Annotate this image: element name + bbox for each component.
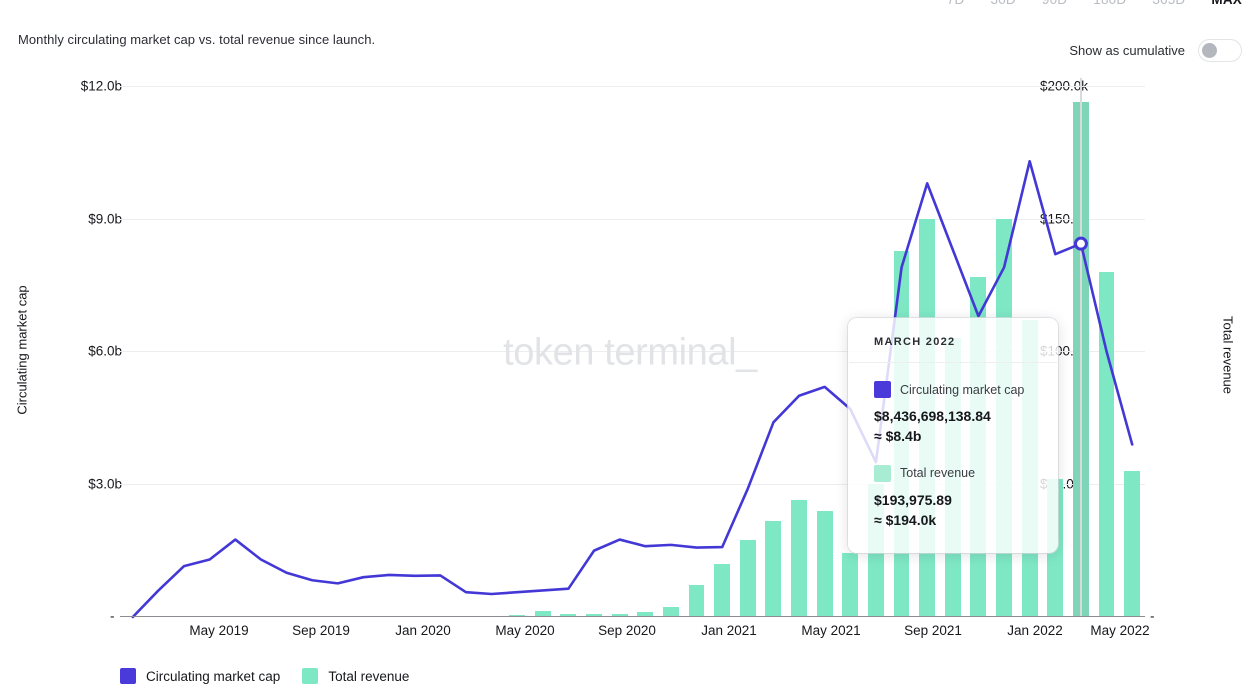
legend-item-market-cap[interactable]: Circulating market cap <box>120 668 280 684</box>
range-button-180d[interactable]: 180D <box>1093 0 1126 7</box>
hover-tooltip: MARCH 2022 Circulating market cap $8,436… <box>848 318 1058 553</box>
x-tick-may-2022: May 2022 <box>1090 623 1150 638</box>
y-axis-right-title: Total revenue <box>1220 315 1236 395</box>
legend-label-market-cap: Circulating market cap <box>146 668 281 684</box>
x-tick-may-2021: May 2021 <box>801 623 861 638</box>
chart-subtitle: Monthly circulating market cap vs. total… <box>18 32 376 47</box>
tooltip-label-market-cap: Circulating market cap <box>900 382 1025 397</box>
legend-item-total-revenue[interactable]: Total revenue <box>302 668 409 684</box>
time-range-selector[interactable]: 7D 30D 90D 180D 365D MAX <box>947 0 1242 7</box>
y-axis-left-title: Circulating market cap <box>14 285 30 415</box>
legend-swatch-total-revenue <box>302 668 319 684</box>
x-tick-may-2019: May 2019 <box>189 623 249 638</box>
y-tick-left-3b: $3.0b <box>88 476 122 492</box>
y-tick-left-12b: $12.0b <box>80 78 122 94</box>
cumulative-toggle-group[interactable]: Show as cumulative <box>1069 39 1242 62</box>
range-button-365d[interactable]: 365D <box>1152 0 1185 7</box>
x-axis-line <box>120 615 1145 617</box>
tooltip-entry-total-revenue: Total revenue $193,975.89 ≈ $194.0k <box>874 464 1058 531</box>
y-tick-left-9b: $9.0b <box>88 211 122 227</box>
range-button-7d[interactable]: 7D <box>947 0 965 7</box>
range-button-90d[interactable]: 90D <box>1042 0 1067 7</box>
chart-page: 7D 30D 90D 180D 365D MAX Monthly circula… <box>0 0 1260 691</box>
y-tick-left-6b: $6.0b <box>88 343 122 359</box>
x-tick-jan-2021: Jan 2021 <box>701 623 757 638</box>
cumulative-toggle-label: Show as cumulative <box>1069 43 1185 58</box>
tooltip-title: MARCH 2022 <box>874 336 956 348</box>
tooltip-approx-market-cap: ≈ $8.4b <box>874 427 922 444</box>
legend-label-total-revenue: Total revenue <box>328 668 410 684</box>
tooltip-swatch-total-revenue <box>874 464 891 482</box>
cumulative-toggle-switch[interactable] <box>1198 39 1242 62</box>
y-tick-right-zero: - <box>1150 608 1155 624</box>
range-button-max[interactable]: MAX <box>1211 0 1242 7</box>
hover-point-marker <box>1073 236 1088 251</box>
tooltip-entry-market-cap: Circulating market cap $8,436,698,138.84… <box>874 381 1058 447</box>
x-tick-sep-2021: Sep 2021 <box>904 623 962 638</box>
tooltip-approx-total-revenue: ≈ $194.0k <box>874 511 937 528</box>
range-button-30d[interactable]: 30D <box>990 0 1015 7</box>
x-tick-may-2020: May 2020 <box>495 623 555 638</box>
chart-legend[interactable]: Circulating market cap Total revenue <box>120 668 409 684</box>
x-tick-sep-2020: Sep 2020 <box>598 623 656 638</box>
tooltip-swatch-market-cap <box>874 381 891 398</box>
x-tick-jan-2020: Jan 2020 <box>395 623 451 638</box>
x-tick-sep-2019: Sep 2019 <box>292 623 350 638</box>
toggle-knob <box>1202 42 1217 58</box>
x-tick-jan-2022: Jan 2022 <box>1007 623 1063 638</box>
y-tick-left-zero: - <box>110 608 115 624</box>
legend-swatch-market-cap <box>120 668 136 684</box>
tooltip-value-market-cap: $8,436,698,138.84 <box>874 408 991 424</box>
tooltip-label-total-revenue: Total revenue <box>900 466 976 481</box>
tooltip-value-total-revenue: $193,975.89 <box>874 491 952 508</box>
